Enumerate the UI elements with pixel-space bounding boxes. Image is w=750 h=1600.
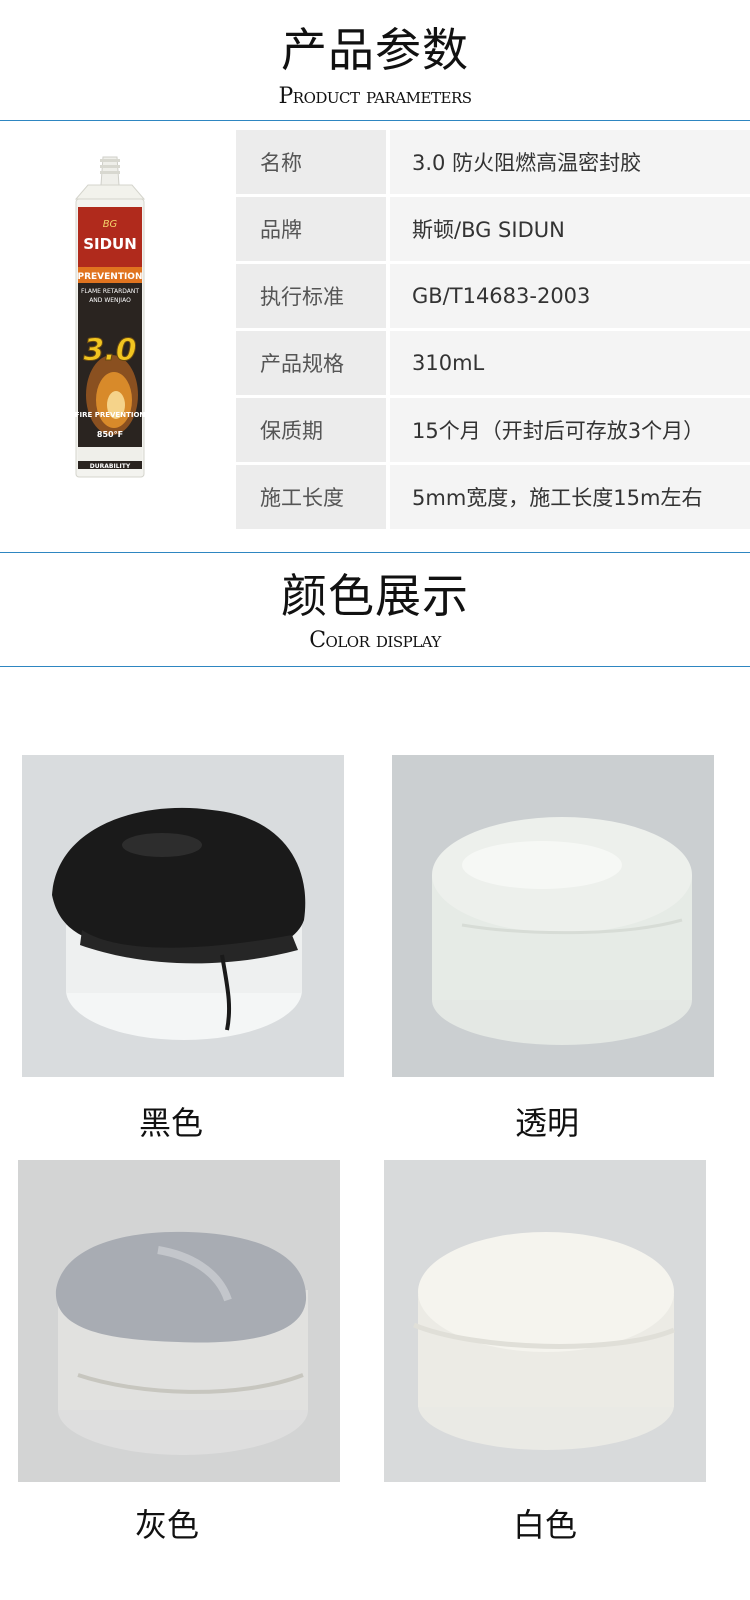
swatch-white-label: 白色 bbox=[512, 1506, 577, 1544]
param-value: 15个月（开封后可存放3个月） bbox=[390, 398, 750, 462]
tube-brand: SIDUN bbox=[83, 235, 137, 253]
param-key: 品牌 bbox=[236, 197, 386, 261]
divider-middle bbox=[0, 552, 750, 553]
param-value: 斯顿/BG SIDUN bbox=[390, 197, 750, 261]
swatch-white-image bbox=[384, 1160, 706, 1482]
product-tube-image: BG SIDUN PREVENTION FLAME RETARDANT AND … bbox=[75, 156, 146, 478]
params-title: 产品参数 bbox=[281, 23, 469, 77]
param-row: 执行标准 GB/T14683-2003 bbox=[236, 264, 750, 328]
colors-header: 颜色展示 Color display bbox=[0, 560, 750, 653]
param-key: 名称 bbox=[236, 130, 386, 194]
param-key: 产品规格 bbox=[236, 331, 386, 395]
param-row: 品牌 斯顿/BG SIDUN bbox=[236, 197, 750, 261]
param-row: 施工长度 5mm宽度，施工长度15m左右 bbox=[236, 465, 750, 529]
swatch-clear-image bbox=[392, 755, 714, 1077]
divider-top bbox=[0, 120, 750, 121]
swatch-black-label: 黑色 bbox=[138, 1104, 203, 1142]
param-key: 施工长度 bbox=[236, 465, 386, 529]
swatch-gray-image bbox=[18, 1160, 340, 1482]
tube-bottom: DURABILITY bbox=[90, 463, 131, 470]
divider-colors bbox=[0, 666, 750, 667]
swatch-black-image bbox=[22, 755, 344, 1077]
params-subtitle: Product parameters bbox=[278, 84, 472, 109]
swatch-gray-label: 灰色 bbox=[134, 1506, 199, 1544]
param-key: 执行标准 bbox=[236, 264, 386, 328]
param-value: 5mm宽度，施工长度15m左右 bbox=[390, 465, 750, 529]
tube-version: 3.0 bbox=[83, 333, 136, 368]
param-value: GB/T14683-2003 bbox=[390, 264, 750, 328]
param-row: 保质期 15个月（开封后可存放3个月） bbox=[236, 398, 750, 462]
param-value: 310mL bbox=[390, 331, 750, 395]
param-row: 产品规格 310mL bbox=[236, 331, 750, 395]
tube-line2: FLAME RETARDANT bbox=[81, 288, 139, 295]
tube-line3: AND WENJIAO bbox=[89, 297, 131, 304]
params-header: 产品参数 Product parameters bbox=[0, 14, 750, 109]
tube-temp: 850°F bbox=[97, 430, 123, 439]
tube-fire: FIRE PREVENTION bbox=[75, 411, 146, 419]
swatch-clear-label: 透明 bbox=[514, 1104, 579, 1142]
param-row: 名称 3.0 防火阻燃高温密封胶 bbox=[236, 130, 750, 194]
colors-subtitle: Color display bbox=[309, 628, 441, 653]
param-key: 保质期 bbox=[236, 398, 386, 462]
param-value: 3.0 防火阻燃高温密封胶 bbox=[390, 130, 750, 194]
tube-line1: PREVENTION bbox=[78, 272, 143, 282]
tube-brand-small: BG bbox=[103, 219, 118, 230]
colors-title: 颜色展示 bbox=[281, 569, 469, 623]
